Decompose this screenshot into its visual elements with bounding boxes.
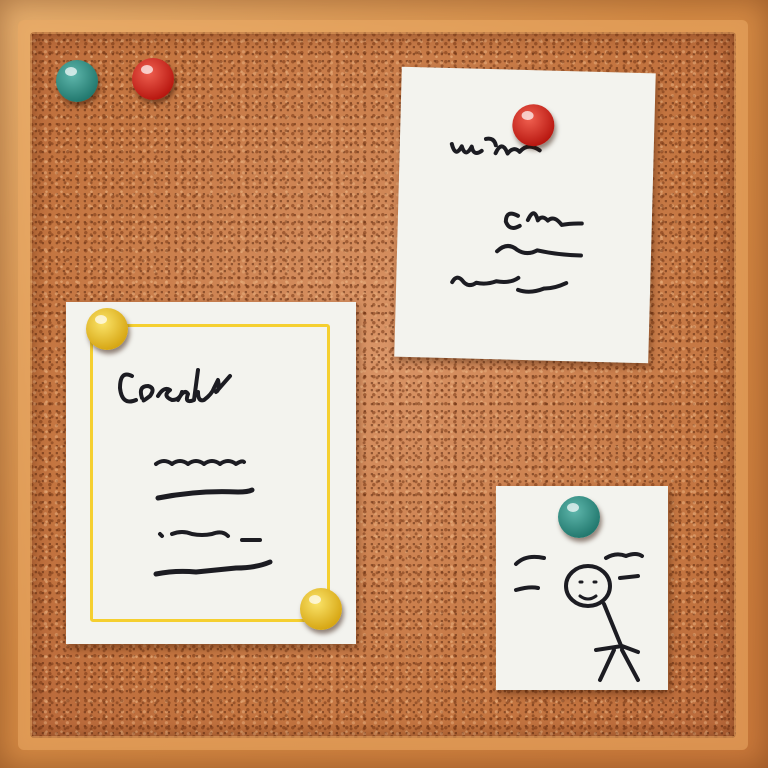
yellow-pin[interactable]	[300, 588, 342, 630]
left-note[interactable]	[66, 302, 356, 644]
red-pin[interactable]	[132, 58, 174, 100]
small-note[interactable]	[496, 486, 668, 690]
top-right-note[interactable]	[394, 66, 656, 364]
teal-pin[interactable]	[56, 60, 98, 102]
yellow-pin[interactable]	[86, 308, 128, 350]
corkboard-frame	[0, 0, 768, 768]
teal-pin[interactable]	[558, 496, 600, 538]
